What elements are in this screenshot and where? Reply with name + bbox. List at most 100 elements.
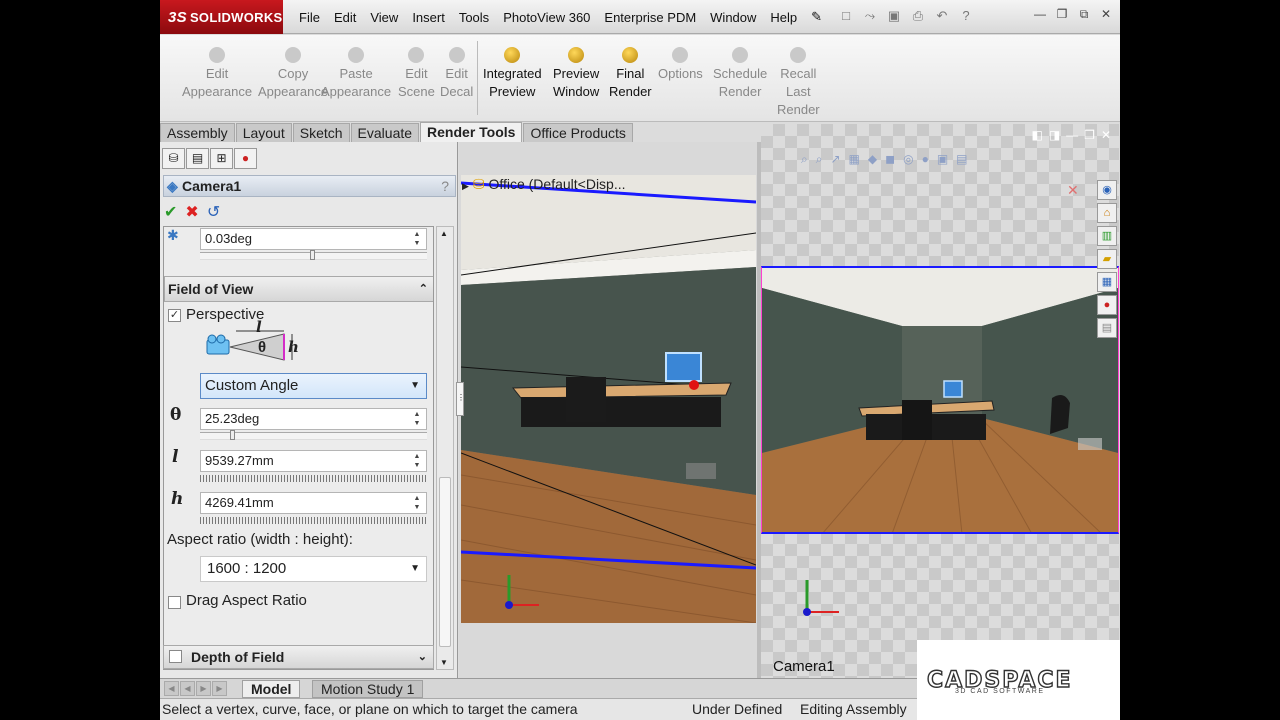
slider-thumb-icon[interactable] bbox=[230, 430, 235, 440]
next-tab-icon[interactable]: ▶ bbox=[196, 681, 211, 696]
display-style-icon[interactable]: ◼ bbox=[885, 152, 895, 167]
roll-angle-input[interactable]: 0.03deg ▲ ▼ bbox=[200, 228, 427, 250]
theta-spinner-icon[interactable]: ▲ ▼ bbox=[410, 410, 424, 428]
zoom-to-fit-icon[interactable]: ⌕ bbox=[801, 152, 808, 167]
maximize-icon[interactable]: ⧉ bbox=[1074, 5, 1094, 23]
chevron-down-icon[interactable]: ▼ bbox=[410, 374, 420, 398]
menu-enterprise-pdm[interactable]: Enterprise PDM bbox=[597, 10, 703, 25]
menu-photoview[interactable]: PhotoView 360 bbox=[496, 10, 597, 25]
solidworks-resources-icon[interactable]: ◉ bbox=[1097, 180, 1117, 200]
prev-tab-icon[interactable]: ◀ bbox=[180, 681, 195, 696]
cancel-x-icon[interactable]: ✖ bbox=[185, 202, 198, 222]
save-icon[interactable]: ▣ bbox=[884, 6, 904, 26]
appearances-scenes-icon[interactable]: ● bbox=[1097, 295, 1117, 315]
schedule-render-button[interactable]: Schedule Render bbox=[713, 43, 767, 101]
menu-help[interactable]: Help bbox=[763, 10, 804, 25]
view-orientation-icon[interactable]: ◆ bbox=[868, 152, 877, 167]
zoom-area-icon[interactable]: ⌕ bbox=[816, 152, 823, 167]
close-icon[interactable]: ✕ bbox=[1101, 128, 1111, 142]
copy-appearance-button[interactable]: Copy Appearance bbox=[258, 43, 328, 101]
view-palette-icon[interactable]: ▦ bbox=[1097, 272, 1117, 292]
preview-window[interactable]: ◧ ◨ — ❐ ✕ ⌕ ⌕ ↗ ▦ ◆ ◼ ◎ ● ▣ ▤ ✕ bbox=[761, 124, 1119, 678]
aspect-ratio-dropdown[interactable]: 1600 : 1200 ▼ bbox=[200, 556, 427, 582]
section-view-icon[interactable]: ▦ bbox=[849, 152, 860, 167]
file-explorer-icon[interactable]: ▰ bbox=[1097, 249, 1117, 269]
slider-thumb-icon[interactable] bbox=[310, 250, 315, 260]
field-of-view-group-header[interactable]: Field of View ⌃ bbox=[164, 276, 433, 302]
h-spinner-icon[interactable]: ▲ ▼ bbox=[410, 494, 424, 512]
roll-slider[interactable] bbox=[200, 250, 427, 260]
restore-icon[interactable]: ❐ bbox=[1084, 128, 1095, 142]
expand-arrow-icon[interactable]: ▶ bbox=[462, 181, 469, 191]
menu-view[interactable]: View bbox=[363, 10, 405, 25]
apply-scene-icon[interactable]: ▣ bbox=[937, 152, 948, 167]
tab-evaluate[interactable]: Evaluate bbox=[350, 123, 420, 142]
pin-icon[interactable]: ✎ bbox=[804, 9, 829, 25]
close-icon[interactable]: ✕ bbox=[1096, 5, 1116, 23]
solidworks-logo[interactable]: 3S SOLIDWORKS bbox=[160, 0, 283, 34]
chevron-down-icon[interactable]: ▼ bbox=[410, 557, 420, 581]
home-icon[interactable]: ⌂ bbox=[1097, 203, 1117, 223]
roll-spinner-icon[interactable]: ▲ ▼ bbox=[410, 230, 424, 248]
configuration-manager-icon[interactable]: ⊞ bbox=[210, 148, 233, 169]
l-spinner-icon[interactable]: ▲ ▼ bbox=[410, 452, 424, 470]
undo-icon[interactable]: ↶ bbox=[932, 6, 952, 26]
previous-view-icon[interactable]: ↗ bbox=[830, 152, 840, 167]
theta-slider[interactable] bbox=[200, 430, 427, 440]
edit-appearance-button[interactable]: Edit Appearance bbox=[182, 43, 252, 101]
hide-show-icon[interactable]: ◎ bbox=[903, 152, 913, 167]
property-manager-icon[interactable]: ▤ bbox=[186, 148, 209, 169]
menu-edit[interactable]: Edit bbox=[327, 10, 363, 25]
minimize-icon[interactable]: — bbox=[1030, 5, 1050, 23]
scroll-up-icon[interactable]: ▲ bbox=[440, 229, 448, 238]
paste-appearance-button[interactable]: Paste Appearance bbox=[321, 43, 391, 101]
menu-insert[interactable]: Insert bbox=[405, 10, 452, 25]
undo-icon[interactable]: ↺ bbox=[207, 202, 220, 222]
final-render-button[interactable]: Final Render bbox=[609, 43, 652, 101]
height-h-input[interactable]: 4269.41mm ▲ ▼ bbox=[200, 492, 427, 514]
last-tab-icon[interactable]: ▶ bbox=[212, 681, 227, 696]
options-button[interactable]: Options bbox=[658, 43, 703, 83]
restore-icon[interactable]: ❐ bbox=[1052, 5, 1072, 23]
tab-layout[interactable]: Layout bbox=[235, 123, 292, 142]
tab-motion-study-1[interactable]: Motion Study 1 bbox=[312, 680, 424, 698]
design-library-icon[interactable]: ▥ bbox=[1097, 226, 1117, 246]
perspective-checkbox[interactable]: ✓ bbox=[168, 309, 181, 322]
tile-right-icon[interactable]: ◨ bbox=[1049, 128, 1060, 142]
scrollbar-thumb[interactable] bbox=[439, 477, 451, 647]
theta-angle-input[interactable]: 25.23deg ▲ ▼ bbox=[200, 408, 427, 430]
minimize-icon[interactable]: — bbox=[1066, 128, 1078, 142]
collapse-chevron-icon[interactable]: ⌃ bbox=[419, 277, 428, 301]
height-h-thumbwheel[interactable] bbox=[200, 517, 427, 524]
menu-window[interactable]: Window bbox=[703, 10, 763, 25]
distance-l-input[interactable]: 9539.27mm ▲ ▼ bbox=[200, 450, 427, 472]
open-icon[interactable]: ⤳ bbox=[860, 6, 880, 26]
edit-appearance-icon[interactable]: ● bbox=[922, 152, 929, 167]
tab-render-tools[interactable]: Render Tools bbox=[420, 122, 523, 142]
tab-sketch[interactable]: Sketch bbox=[292, 123, 350, 142]
edit-scene-button[interactable]: Edit Scene bbox=[398, 43, 435, 101]
feature-tree-icon[interactable]: ⛁ bbox=[162, 148, 185, 169]
tile-left-icon[interactable]: ◧ bbox=[1031, 128, 1042, 142]
depth-of-field-checkbox[interactable] bbox=[169, 650, 182, 663]
view-settings-icon[interactable]: ▤ bbox=[956, 152, 967, 167]
feature-tree-flyout[interactable]: ▶ ⛁ Office (Default<Disp... bbox=[462, 176, 626, 193]
help-icon[interactable]: ? bbox=[956, 6, 976, 26]
tab-model[interactable]: Model bbox=[242, 680, 301, 698]
ok-check-icon[interactable]: ✔ bbox=[164, 202, 177, 222]
tab-assembly[interactable]: Assembly bbox=[160, 123, 235, 142]
menu-tools[interactable]: Tools bbox=[452, 10, 496, 25]
custom-properties-icon[interactable]: ▤ bbox=[1097, 318, 1117, 338]
property-scrollbar[interactable]: ▲ ▼ bbox=[436, 226, 454, 670]
fov-mode-dropdown[interactable]: Custom Angle ▼ bbox=[200, 373, 427, 399]
menu-file[interactable]: File bbox=[292, 10, 327, 25]
new-document-icon[interactable]: □ bbox=[836, 6, 856, 26]
depth-of-field-group-header[interactable]: Depth of Field ⌄ bbox=[163, 645, 434, 669]
appearance-manager-icon[interactable]: ● bbox=[234, 148, 257, 169]
first-tab-icon[interactable]: ◀ bbox=[164, 681, 179, 696]
integrated-preview-button[interactable]: Integrated Preview bbox=[483, 43, 542, 101]
scroll-down-icon[interactable]: ▼ bbox=[440, 658, 448, 667]
tab-office-products[interactable]: Office Products bbox=[523, 123, 633, 142]
expand-chevron-icon[interactable]: ⌄ bbox=[418, 646, 427, 668]
drag-aspect-ratio-checkbox[interactable] bbox=[168, 596, 181, 609]
